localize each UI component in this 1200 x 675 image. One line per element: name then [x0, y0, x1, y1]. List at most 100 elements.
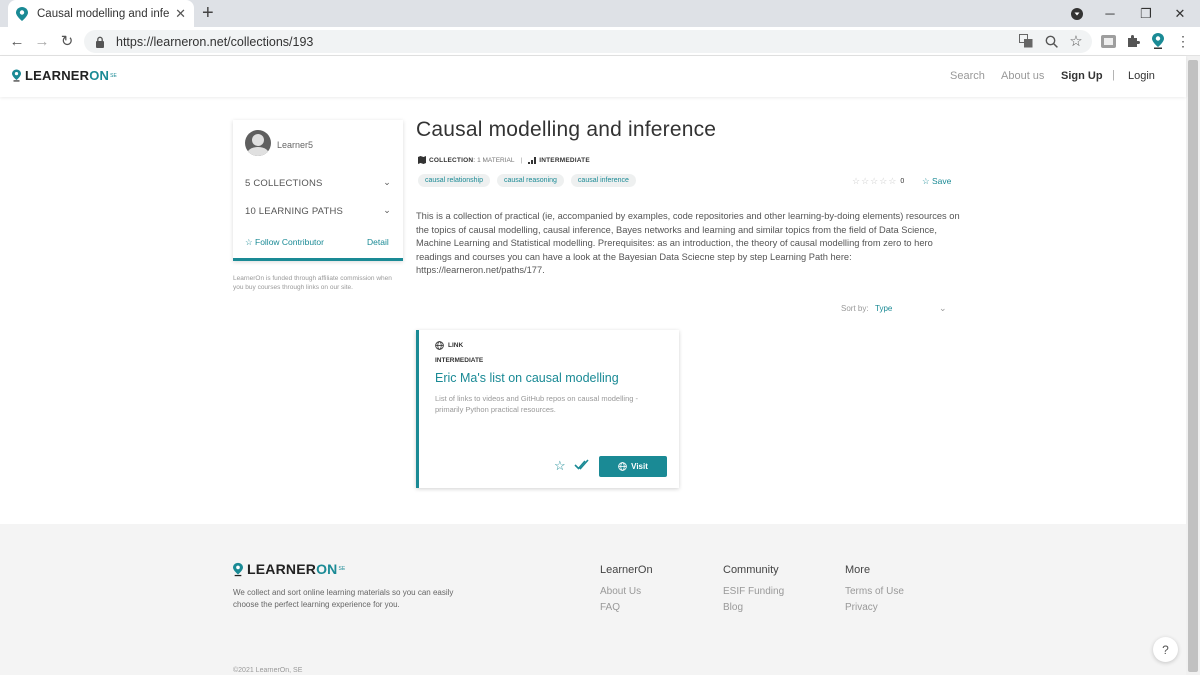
logo-text: LEARNERON [25, 68, 110, 83]
learning-paths-dropdown[interactable]: 10 LEARNING PATHS ⌄ [245, 205, 391, 217]
browser-toolbar: ← → ↻ https://learneron.net/collections/… [0, 27, 1200, 56]
page-scrollbar[interactable] [1186, 56, 1200, 675]
star-icon[interactable]: ☆ [852, 176, 860, 187]
logo-suffix: SE [110, 72, 117, 79]
chevron-down-icon: ⌄ [383, 177, 391, 187]
level-bars-icon [528, 156, 537, 164]
sort-label: Sort by: [841, 304, 869, 313]
collections-label: 5 COLLECTIONS [245, 178, 323, 189]
star-icon: ☆ [245, 237, 253, 247]
profile-menu-icon[interactable] [1066, 0, 1088, 27]
help-button[interactable]: ? [1153, 637, 1178, 662]
learning-paths-label: 10 LEARNING PATHS [245, 206, 344, 217]
tab-close-icon[interactable]: ✕ [175, 6, 186, 22]
collection-meta: COLLECTION : 1 MATERIAL | INTERMEDIATE [418, 156, 590, 164]
collection-description: This is a collection of practical (ie, a… [416, 211, 960, 276]
tab-title: Causal modelling and inference | [37, 7, 170, 20]
footer-tagline: We collect and sort online learning mate… [233, 588, 454, 609]
collection-type: COLLECTION [429, 156, 474, 164]
contributor-name[interactable]: Learner5 [277, 140, 313, 150]
chevron-down-icon: ⌄ [383, 205, 391, 215]
footer-heading-learneron: LearnerOn [600, 564, 653, 576]
logo-suffix: SE [338, 566, 346, 572]
material-count: 1 MATERIAL [477, 156, 515, 164]
footer-link-privacy[interactable]: Privacy [845, 602, 878, 613]
material-level: INTERMEDIATE [435, 357, 484, 364]
globe-icon [618, 462, 627, 471]
avatar[interactable] [245, 130, 271, 156]
browser-tab-bar: Causal modelling and inference | ✕ + ─ ❐… [0, 0, 1200, 27]
tag[interactable]: causal reasoning [496, 174, 564, 187]
learneron-pin-icon [233, 562, 243, 576]
footer-link-blog[interactable]: Blog [723, 602, 743, 613]
footer-link-terms[interactable]: Terms of Use [845, 586, 904, 597]
reload-icon[interactable]: ↻ [58, 32, 76, 50]
site-logo[interactable]: LEARNERON SE [12, 68, 117, 83]
nav-signup-link[interactable]: Sign Up [1061, 70, 1103, 82]
close-window-icon[interactable]: ✕ [1170, 0, 1190, 27]
star-icon[interactable]: ☆ [888, 176, 896, 187]
star-icon[interactable]: ☆ [879, 176, 887, 187]
page-title: Causal modelling and inference [416, 118, 717, 141]
extensions-puzzle-icon[interactable] [1125, 33, 1141, 49]
visit-label: Visit [631, 462, 648, 471]
browser-menu-icon[interactable]: ⋮ [1175, 33, 1191, 49]
save-star-icon[interactable]: ☆ [554, 458, 566, 474]
collections-dropdown[interactable]: 5 COLLECTIONS ⌄ [245, 177, 391, 189]
minimize-icon[interactable]: ─ [1100, 0, 1120, 27]
star-icon[interactable]: ☆ [861, 176, 869, 187]
learneron-pin-icon [16, 6, 28, 21]
forward-icon[interactable]: → [33, 32, 51, 50]
site-header: LEARNERON SE Search About us Sign Up | L… [0, 56, 1186, 97]
detail-link[interactable]: Detail [367, 237, 389, 247]
new-tab-icon[interactable]: + [202, 3, 214, 23]
nav-search-link[interactable]: Search [950, 70, 985, 82]
globe-icon [435, 341, 444, 350]
address-bar[interactable]: https://learneron.net/collections/193 [84, 30, 1092, 53]
save-label: Save [932, 176, 952, 186]
double-check-icon[interactable] [574, 458, 590, 472]
url-text: https://learneron.net/collections/193 [116, 34, 314, 49]
follow-contributor-button[interactable]: ☆ Follow Contributor [245, 237, 324, 248]
back-icon[interactable]: ← [8, 32, 26, 50]
maximize-icon[interactable]: ❐ [1136, 0, 1156, 27]
nav-separator: | [1112, 69, 1115, 81]
material-card: LINK INTERMEDIATE Eric Ma's list on caus… [416, 330, 679, 488]
footer-link-about[interactable]: About Us [600, 586, 641, 597]
material-description: List of links to videos and GitHub repos… [435, 394, 639, 414]
footer-heading-more: More [845, 564, 871, 576]
nav-about-link[interactable]: About us [1001, 70, 1044, 82]
translate-icon[interactable] [1018, 33, 1034, 49]
footer-logo[interactable]: LEARNERON SE [233, 561, 345, 577]
site-footer: LEARNERON SE We collect and sort online … [0, 524, 1186, 675]
chevron-down-icon[interactable]: ⌄ [939, 303, 947, 314]
affiliate-note: LearnerOn is funded through affiliate co… [233, 275, 392, 291]
star-rating[interactable]: ☆ ☆ ☆ ☆ ☆ 0 [852, 176, 904, 187]
tag[interactable]: causal inference [570, 174, 636, 187]
material-type-label: LINK [448, 342, 464, 349]
lock-icon [94, 36, 106, 48]
collection-level: INTERMEDIATE [539, 156, 590, 164]
zoom-icon[interactable] [1043, 33, 1059, 49]
nav-login-link[interactable]: Login [1128, 70, 1155, 82]
learneron-extension-icon[interactable] [1150, 33, 1166, 49]
copyright: ©2021 LearnerOn, SE [233, 667, 303, 674]
map-icon [418, 156, 426, 164]
material-title[interactable]: Eric Ma's list on causal modelling [435, 371, 619, 385]
star-icon[interactable]: ☆ [870, 176, 878, 187]
tag-list: causal relationship causal reasoning cau… [418, 174, 643, 187]
rating-count: 0 [900, 178, 905, 185]
learneron-pin-icon [12, 69, 21, 82]
bookmark-star-icon[interactable]: ☆ [1068, 33, 1084, 50]
sort-select[interactable]: Type [875, 304, 892, 313]
browser-tab[interactable]: Causal modelling and inference | ✕ [8, 0, 194, 27]
tag[interactable]: causal relationship [418, 174, 490, 187]
scrollbar-thumb[interactable] [1188, 60, 1198, 672]
visit-button[interactable]: Visit [599, 456, 667, 477]
extension-badge-icon[interactable] [1100, 33, 1116, 49]
save-button[interactable]: ☆ Save [922, 176, 951, 187]
star-icon: ☆ [922, 176, 930, 186]
footer-link-esif[interactable]: ESIF Funding [723, 586, 784, 597]
footer-heading-community: Community [723, 564, 779, 576]
footer-link-faq[interactable]: FAQ [600, 602, 620, 613]
